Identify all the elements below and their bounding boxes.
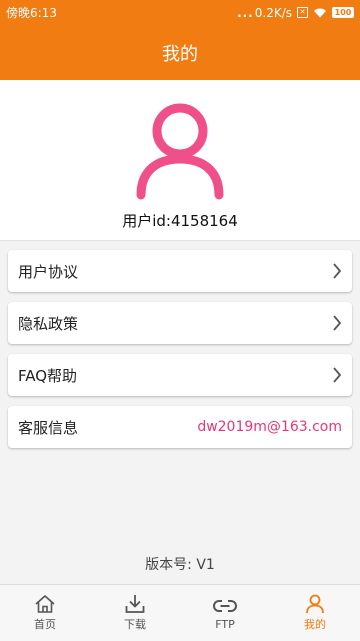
- battery-icon: 100: [332, 7, 354, 18]
- chevron-right-icon: [332, 263, 342, 279]
- menu-item-user-agreement[interactable]: 用户协议: [8, 250, 352, 292]
- menu-item-faq-help[interactable]: FAQ帮助: [8, 354, 352, 396]
- nav-item-label: 首页: [34, 618, 56, 631]
- status-time: 傍晚6:13: [6, 6, 57, 20]
- customer-service-email[interactable]: dw2019m@163.com: [197, 419, 342, 435]
- link-icon: [213, 596, 237, 618]
- menu-item-label: FAQ帮助: [18, 366, 78, 385]
- network-speed-value: 0.2K/s: [254, 5, 292, 20]
- bottom-nav: 首页 下载 FTP 我的: [0, 584, 360, 641]
- no-sim-icon: ✕: [297, 7, 308, 18]
- nav-item-download[interactable]: 下载: [90, 585, 180, 641]
- more-dots-icon: ...: [237, 5, 254, 20]
- network-speed: ... 0.2K/s: [237, 6, 292, 20]
- menu-item-customer-service[interactable]: 客服信息 dw2019m@163.com: [8, 406, 352, 448]
- page-title: 我的: [162, 43, 198, 65]
- home-icon: [34, 594, 56, 616]
- menu-item-label: 隐私政策: [18, 314, 79, 333]
- menu-item-label: 用户协议: [18, 262, 79, 281]
- version-label: 版本号: V1: [145, 557, 215, 573]
- nav-item-mine[interactable]: 我的: [270, 585, 360, 641]
- profile-section: 用户id:4158164: [0, 80, 360, 241]
- wifi-icon: [313, 7, 327, 18]
- nav-item-label: FTP: [215, 617, 235, 631]
- user-icon: [304, 594, 326, 616]
- nav-item-label: 下载: [124, 618, 146, 631]
- status-bar: 傍晚6:13 ... 0.2K/s ✕ 100: [0, 0, 360, 25]
- menu-item-label: 客服信息: [18, 418, 79, 437]
- nav-item-ftp[interactable]: FTP: [180, 585, 270, 641]
- chevron-right-icon: [332, 315, 342, 331]
- nav-item-home[interactable]: 首页: [0, 585, 90, 641]
- download-icon: [124, 594, 146, 616]
- chevron-right-icon: [332, 367, 342, 383]
- menu-item-privacy-policy[interactable]: 隐私政策: [8, 302, 352, 344]
- user-id-label: 用户id:4158164: [122, 212, 238, 230]
- user-icon[interactable]: [134, 102, 226, 200]
- nav-item-label: 我的: [304, 618, 326, 631]
- app-bar: 我的: [0, 25, 360, 80]
